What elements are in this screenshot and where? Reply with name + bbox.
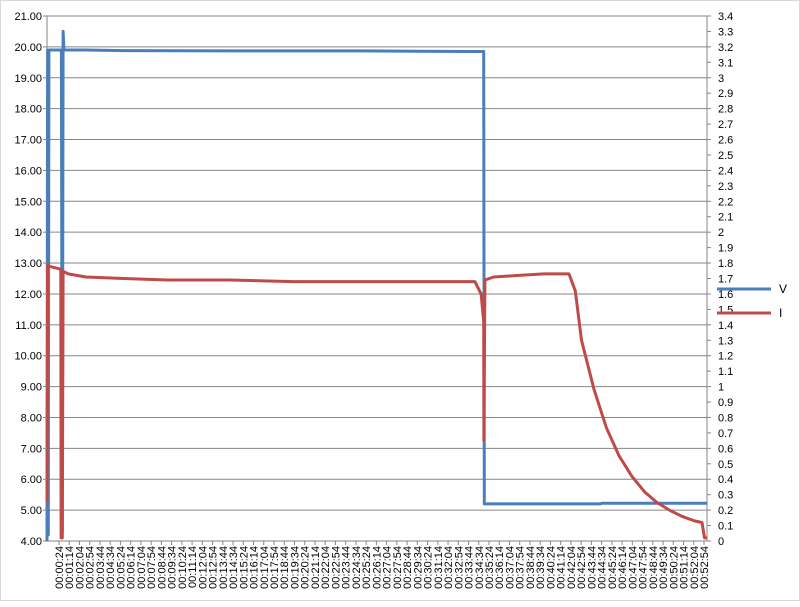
y2-tick-label: 0.2 <box>718 505 733 517</box>
chart: 4.00 5.00 6.00 7.00 8.00 9.00 10.00 11.00 12.00 1… <box>0 0 800 601</box>
y-tick-label: 13.00 <box>14 258 42 270</box>
y2-tick-label: 3.1 <box>718 57 733 69</box>
y2-tick-label: 2.2 <box>718 196 733 208</box>
y-tick-label: 5.00 <box>21 505 42 517</box>
x-tick-label: 00:52:54 <box>699 546 711 589</box>
y2-tick-label: 2.1 <box>718 212 733 224</box>
y2-tick-label: 2.7 <box>718 119 733 131</box>
series-line-i <box>45 263 707 540</box>
y-tick-label: 7.00 <box>21 443 42 455</box>
y-tick-label: 8.00 <box>21 412 42 424</box>
y2-tick-label: 1.3 <box>718 335 733 347</box>
y-tick-label: 17.00 <box>14 135 42 147</box>
legend-label: V <box>779 282 787 296</box>
y2-tick-label: 1.6 <box>718 289 733 301</box>
series-line-v <box>45 29 707 542</box>
y-tick-label: 14.00 <box>14 227 42 239</box>
y2-tick-label: 1 <box>718 382 724 394</box>
chart-svg: 4.00 5.00 6.00 7.00 8.00 9.00 10.00 11.00 12.00 1… <box>14 11 787 589</box>
y2-tick-label: 2 <box>718 227 724 239</box>
legend: VI <box>717 282 787 320</box>
y-tick-label: 11.00 <box>15 320 42 332</box>
y2-tick-label: 0.5 <box>718 459 733 471</box>
y2-tick-label: 0.8 <box>718 412 733 424</box>
legend-label: I <box>779 306 782 320</box>
y-tick-label: 6.00 <box>21 474 42 486</box>
y2-tick-label: 2.5 <box>718 150 733 162</box>
y2-tick-label: 2.4 <box>718 165 733 177</box>
y2-tick-label: 1.8 <box>718 258 733 270</box>
y2-tick-label: 1.5 <box>718 304 733 316</box>
y2-tick-label: 3.2 <box>718 42 733 54</box>
y2-tick-label: 0.4 <box>718 474 733 486</box>
y-axis-right: 0 0.1 0.2 0.3 0.4 0.5 0.6 0.7 0.8 0.9 1 1.1 1.2 1.3 1.… <box>707 11 733 548</box>
y-tick-label: 9.00 <box>21 382 42 394</box>
y2-tick-label: 1.9 <box>718 243 733 255</box>
y-axis-left: 4.00 5.00 6.00 7.00 8.00 9.00 10.00 11.00 12.00 1… <box>14 11 47 548</box>
series-group <box>45 29 707 542</box>
y2-tick-label: 0.1 <box>718 521 733 533</box>
y-tick-label: 12.00 <box>14 289 42 301</box>
y-tick-label: 19.00 <box>14 73 42 85</box>
y2-tick-label: 0.3 <box>718 490 733 502</box>
y2-tick-label: 1.4 <box>718 320 733 332</box>
y-tick-label: 20.00 <box>14 42 42 54</box>
y2-tick-label: 2.3 <box>718 181 733 193</box>
y2-tick-label: 2.8 <box>718 104 733 116</box>
y2-tick-label: 0 <box>718 536 724 548</box>
y-tick-label: 16.00 <box>14 165 42 177</box>
y2-tick-label: 1.7 <box>718 274 733 286</box>
x-axis: 00:00:2400:01:1400:02:0400:02:5400:03:44… <box>54 541 711 589</box>
y2-tick-label: 1.1 <box>718 366 733 378</box>
y2-tick-label: 0.7 <box>718 428 733 440</box>
y2-tick-label: 3.4 <box>718 11 733 23</box>
y-tick-label: 15.00 <box>14 196 42 208</box>
y-tick-label: 4.00 <box>21 536 42 548</box>
y-tick-label: 18.00 <box>14 104 42 116</box>
y2-tick-label: 1.2 <box>718 351 733 363</box>
y2-tick-label: 3 <box>718 73 724 85</box>
y2-tick-label: 2.6 <box>718 135 733 147</box>
y-tick-label: 21.00 <box>14 11 42 23</box>
y2-tick-label: 0.9 <box>718 397 733 409</box>
y2-tick-label: 2.9 <box>718 88 733 100</box>
y2-tick-label: 0.6 <box>718 443 733 455</box>
y2-tick-label: 3.3 <box>718 26 733 38</box>
y-tick-label: 10.00 <box>14 351 42 363</box>
